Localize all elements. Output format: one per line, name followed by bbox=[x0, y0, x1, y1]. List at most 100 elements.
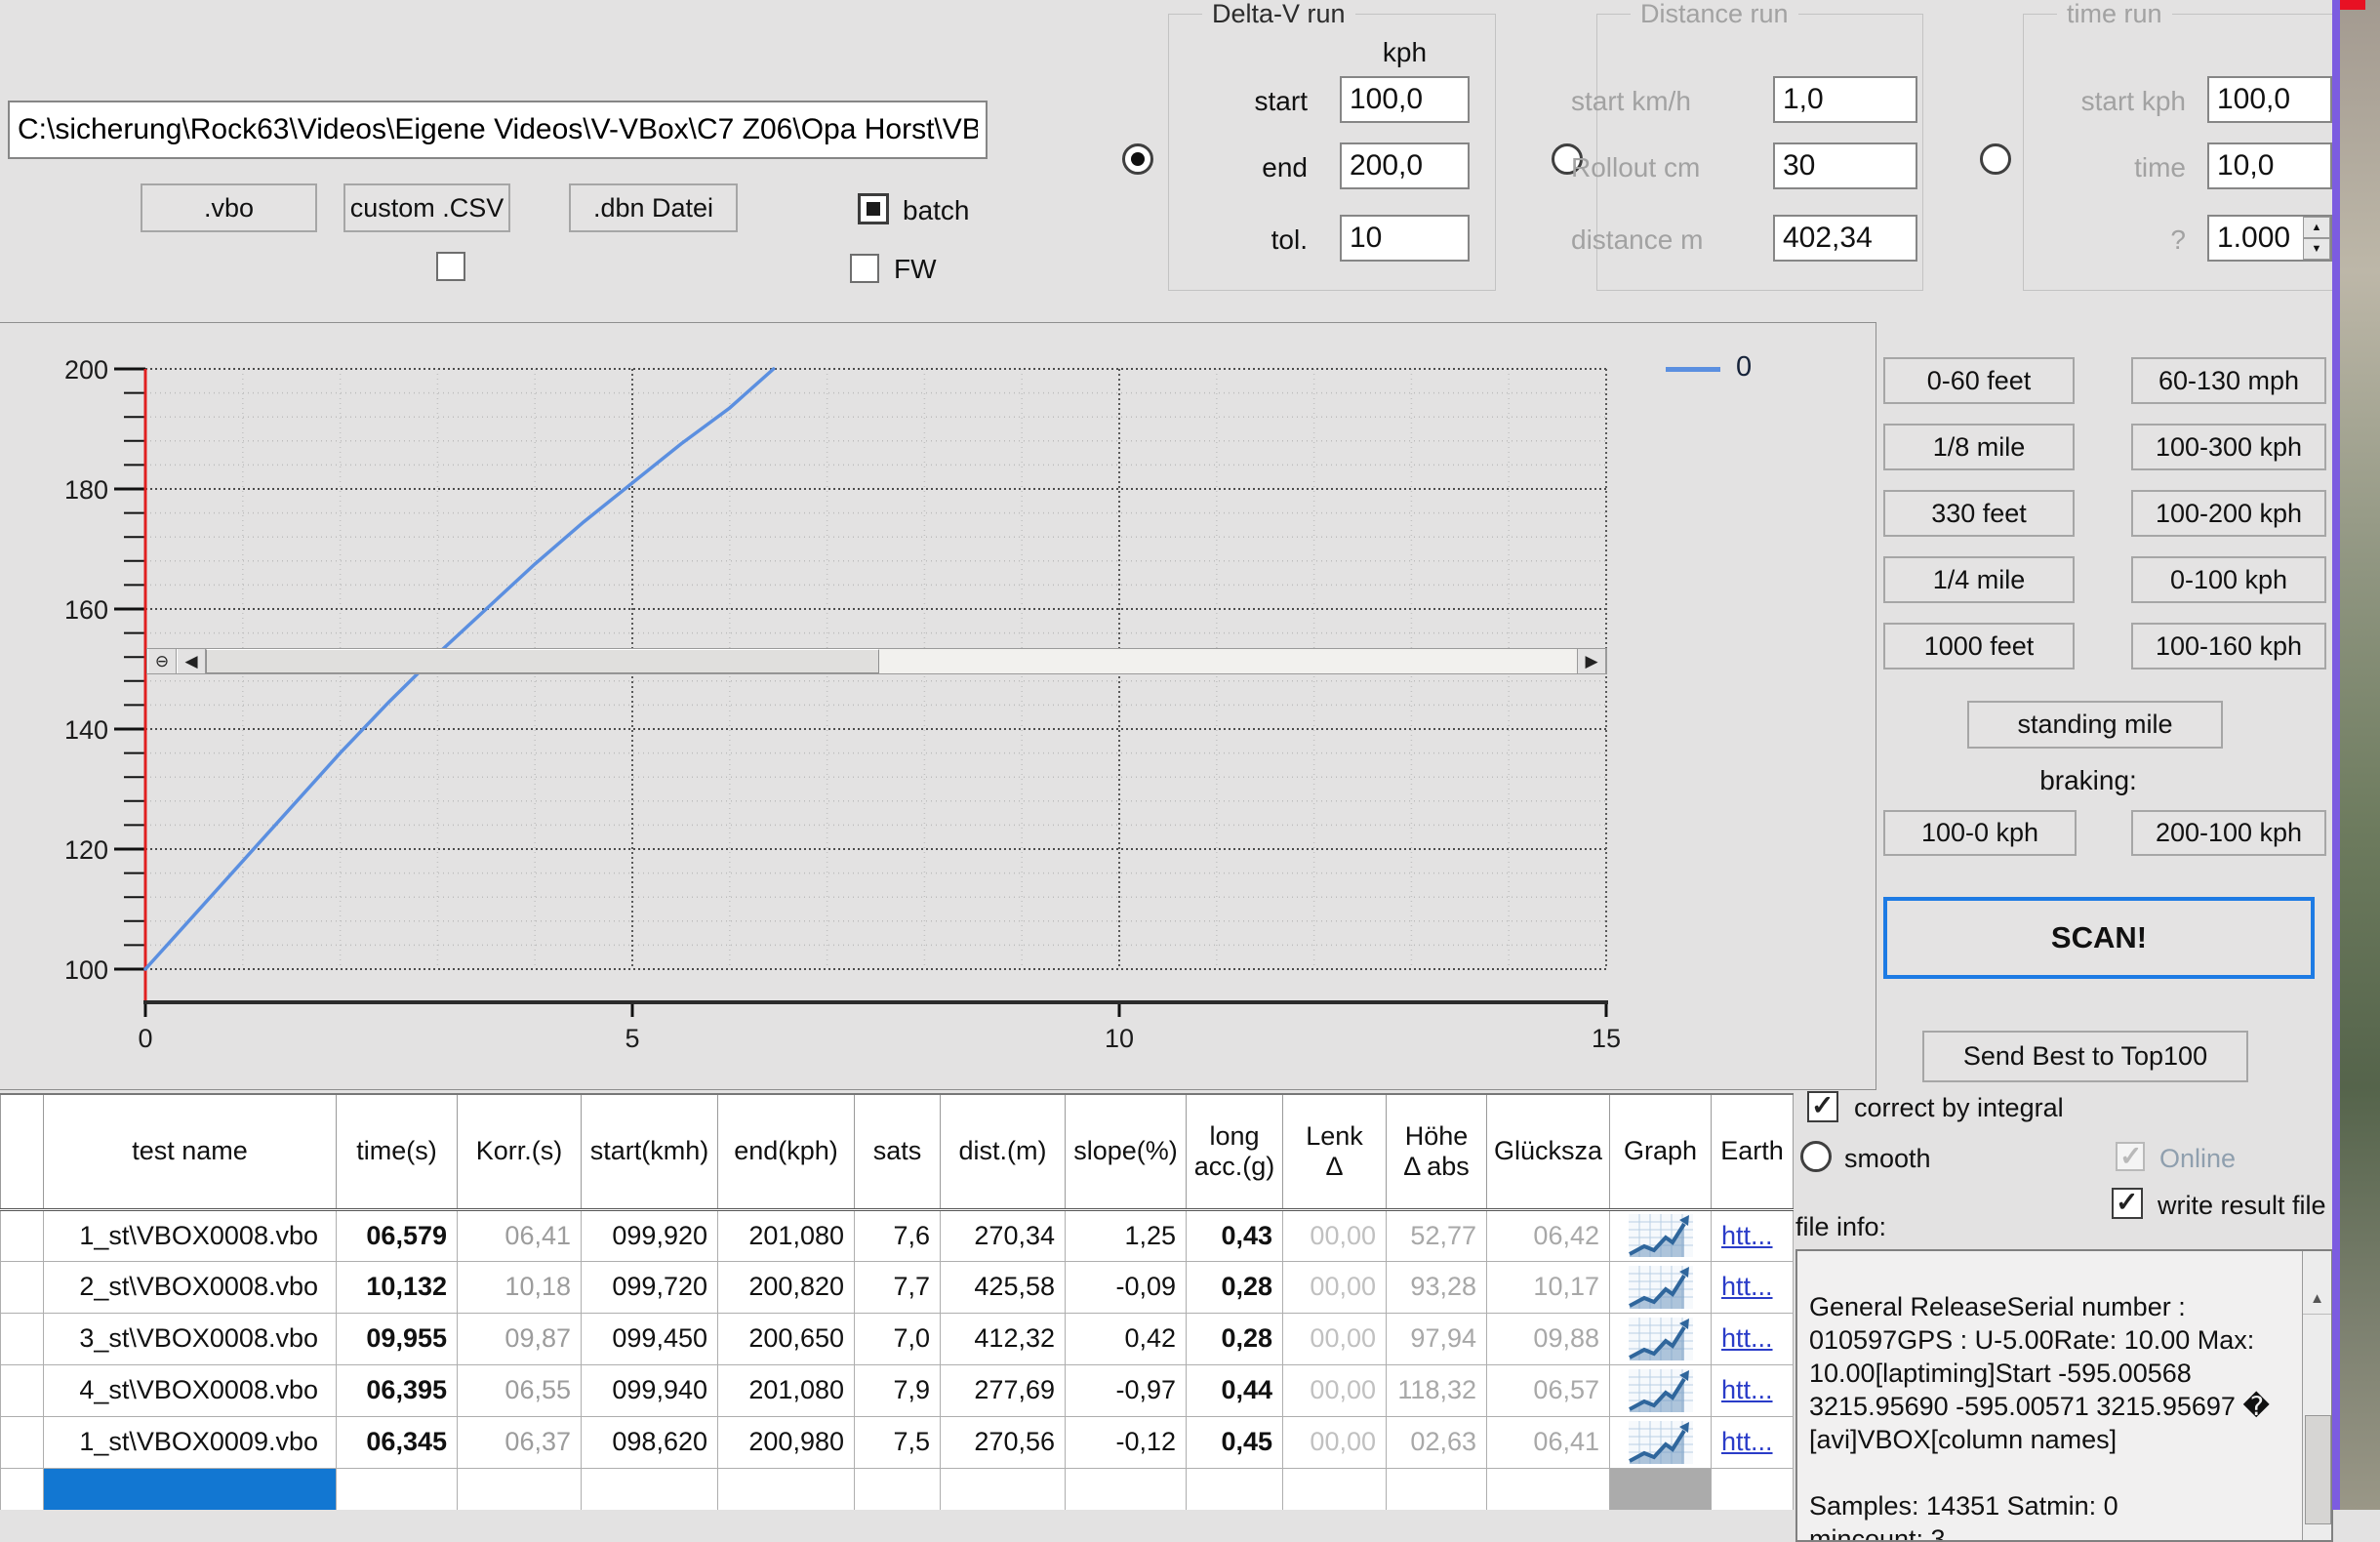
btn-1-4-mile[interactable]: 1/4 mile bbox=[1883, 556, 2075, 603]
rollout-cm-input[interactable]: 30 bbox=[1773, 142, 1917, 189]
smooth-radio[interactable] bbox=[1800, 1141, 1832, 1172]
table-row[interactable]: 2_st\VBOX0008.vbo10,13210,18099,720200,8… bbox=[1, 1261, 1794, 1313]
vbo-button[interactable]: .vbo bbox=[141, 183, 317, 232]
batch-checkbox[interactable] bbox=[858, 193, 889, 224]
cell-test_name[interactable]: 1_st\VBOX0009.vbo bbox=[44, 1416, 337, 1468]
earth-link[interactable]: htt... bbox=[1721, 1221, 1773, 1250]
btn-200-100-kph[interactable]: 200-100 kph bbox=[2131, 810, 2326, 856]
cell-time_s[interactable]: 10,132 bbox=[337, 1261, 458, 1313]
selected-cell[interactable] bbox=[44, 1468, 337, 1510]
cell-graph[interactable] bbox=[1610, 1313, 1712, 1364]
scroll-left-icon[interactable]: ◀ bbox=[177, 649, 206, 673]
cell-korr_s[interactable]: 06,41 bbox=[458, 1209, 582, 1261]
column-header[interactable]: long acc.(g) bbox=[1187, 1094, 1283, 1209]
column-header[interactable]: sats bbox=[855, 1094, 941, 1209]
cell-slope[interactable]: -0,09 bbox=[1066, 1261, 1187, 1313]
cell-lenk[interactable]: 00,00 bbox=[1283, 1313, 1387, 1364]
cell-time_s[interactable]: 06,579 bbox=[337, 1209, 458, 1261]
cell-dist_m[interactable]: 270,56 bbox=[941, 1416, 1066, 1468]
cell-test_name[interactable]: 2_st\VBOX0008.vbo bbox=[44, 1261, 337, 1313]
cell-earth[interactable]: htt... bbox=[1712, 1416, 1794, 1468]
cell-sats[interactable]: 7,9 bbox=[855, 1364, 941, 1416]
column-header[interactable]: Korr.(s) bbox=[458, 1094, 582, 1209]
btn-1000-feet[interactable]: 1000 feet bbox=[1883, 623, 2075, 670]
fw-checkbox[interactable] bbox=[850, 254, 879, 283]
cell-graph[interactable] bbox=[1610, 1209, 1712, 1261]
row-header-cell[interactable] bbox=[1, 1416, 44, 1468]
cell-end_kph[interactable]: 200,980 bbox=[718, 1416, 855, 1468]
results-table[interactable]: test nametime(s)Korr.(s)start(kmh)end(kp… bbox=[0, 1093, 1794, 1510]
file-path-input[interactable] bbox=[8, 101, 988, 159]
column-header[interactable]: slope(%) bbox=[1066, 1094, 1187, 1209]
graph-thumbnail-icon[interactable] bbox=[1629, 1266, 1693, 1309]
cell-long_acc[interactable]: 0,44 bbox=[1187, 1364, 1283, 1416]
scrollbar-thumb[interactable] bbox=[206, 649, 879, 673]
cell-sats[interactable]: 7,0 bbox=[855, 1313, 941, 1364]
zoom-out-icon[interactable]: ⊖ bbox=[147, 649, 177, 673]
cell-korr_s[interactable]: 10,18 bbox=[458, 1261, 582, 1313]
btn-1-8-mile[interactable]: 1/8 mile bbox=[1883, 424, 2075, 470]
cell-graph[interactable] bbox=[1610, 1416, 1712, 1468]
graph-thumbnail-icon[interactable] bbox=[1629, 1214, 1693, 1257]
cell-start_kmh[interactable]: 098,620 bbox=[582, 1416, 718, 1468]
btn-100-300-kph[interactable]: 100-300 kph bbox=[2131, 424, 2326, 470]
empty-cell[interactable] bbox=[337, 1468, 458, 1510]
cell-slope[interactable]: -0,97 bbox=[1066, 1364, 1187, 1416]
column-header[interactable] bbox=[1, 1094, 44, 1209]
cell-dist_m[interactable]: 412,32 bbox=[941, 1313, 1066, 1364]
empty-cell[interactable] bbox=[855, 1468, 941, 1510]
empty-cell[interactable] bbox=[1487, 1468, 1610, 1510]
btn-60-130-mph[interactable]: 60-130 mph bbox=[2131, 357, 2326, 404]
cell-gluecks[interactable]: 09,88 bbox=[1487, 1313, 1610, 1364]
cell-long_acc[interactable]: 0,43 bbox=[1187, 1209, 1283, 1261]
earth-link[interactable]: htt... bbox=[1721, 1427, 1773, 1456]
file-info-scroll-thumb[interactable] bbox=[2305, 1415, 2331, 1524]
selected-empty-row[interactable] bbox=[1, 1468, 1794, 1510]
graph-thumbnail-icon[interactable] bbox=[1629, 1421, 1693, 1464]
time-value-input[interactable]: 10,0 bbox=[2207, 142, 2332, 189]
column-header[interactable]: test name bbox=[44, 1094, 337, 1209]
table-row[interactable]: 4_st\VBOX0008.vbo06,39506,55099,940201,0… bbox=[1, 1364, 1794, 1416]
btn-100-0-kph[interactable]: 100-0 kph bbox=[1883, 810, 2077, 856]
empty-cell[interactable] bbox=[1387, 1468, 1487, 1510]
cell-korr_s[interactable]: 06,37 bbox=[458, 1416, 582, 1468]
cell-start_kmh[interactable]: 099,920 bbox=[582, 1209, 718, 1261]
row-header-cell[interactable] bbox=[1, 1261, 44, 1313]
empty-cell[interactable] bbox=[458, 1468, 582, 1510]
cell-korr_s[interactable]: 06,55 bbox=[458, 1364, 582, 1416]
time-start-kph-input[interactable]: 100,0 bbox=[2207, 76, 2332, 123]
cell-korr_s[interactable]: 09,87 bbox=[458, 1313, 582, 1364]
cell-earth[interactable]: htt... bbox=[1712, 1261, 1794, 1313]
column-header[interactable]: start(kmh) bbox=[582, 1094, 718, 1209]
column-header[interactable]: Glücksza bbox=[1487, 1094, 1610, 1209]
cell-time_s[interactable]: 06,395 bbox=[337, 1364, 458, 1416]
cell-long_acc[interactable]: 0,28 bbox=[1187, 1313, 1283, 1364]
btn-0-60-feet[interactable]: 0-60 feet bbox=[1883, 357, 2075, 404]
cell-sats[interactable]: 7,6 bbox=[855, 1209, 941, 1261]
cell-lenk[interactable]: 00,00 bbox=[1283, 1364, 1387, 1416]
empty-cell[interactable] bbox=[1712, 1468, 1794, 1510]
column-header[interactable]: Earth bbox=[1712, 1094, 1794, 1209]
cell-sats[interactable]: 7,7 bbox=[855, 1261, 941, 1313]
cell-end_kph[interactable]: 201,080 bbox=[718, 1364, 855, 1416]
cell-test_name[interactable]: 4_st\VBOX0008.vbo bbox=[44, 1364, 337, 1416]
cell-long_acc[interactable]: 0,28 bbox=[1187, 1261, 1283, 1313]
cell-graph[interactable] bbox=[1610, 1364, 1712, 1416]
column-header[interactable]: end(kph) bbox=[718, 1094, 855, 1209]
cell-hoehe[interactable]: 02,63 bbox=[1387, 1416, 1487, 1468]
cell-lenk[interactable]: 00,00 bbox=[1283, 1209, 1387, 1261]
delta-v-run-radio[interactable] bbox=[1122, 143, 1153, 175]
cell-start_kmh[interactable]: 099,940 bbox=[582, 1364, 718, 1416]
cell-start_kmh[interactable]: 099,450 bbox=[582, 1313, 718, 1364]
table-row[interactable]: 3_st\VBOX0008.vbo09,95509,87099,450200,6… bbox=[1, 1313, 1794, 1364]
cell-test_name[interactable]: 3_st\VBOX0008.vbo bbox=[44, 1313, 337, 1364]
row-header-cell[interactable] bbox=[1, 1313, 44, 1364]
earth-link[interactable]: htt... bbox=[1721, 1375, 1773, 1404]
empty-cell[interactable] bbox=[1610, 1468, 1712, 1510]
earth-link[interactable]: htt... bbox=[1721, 1272, 1773, 1301]
cell-dist_m[interactable]: 277,69 bbox=[941, 1364, 1066, 1416]
cell-end_kph[interactable]: 200,650 bbox=[718, 1313, 855, 1364]
start-kph-input[interactable]: 100,0 bbox=[1340, 76, 1470, 123]
empty-cell[interactable] bbox=[718, 1468, 855, 1510]
cell-lenk[interactable]: 00,00 bbox=[1283, 1261, 1387, 1313]
